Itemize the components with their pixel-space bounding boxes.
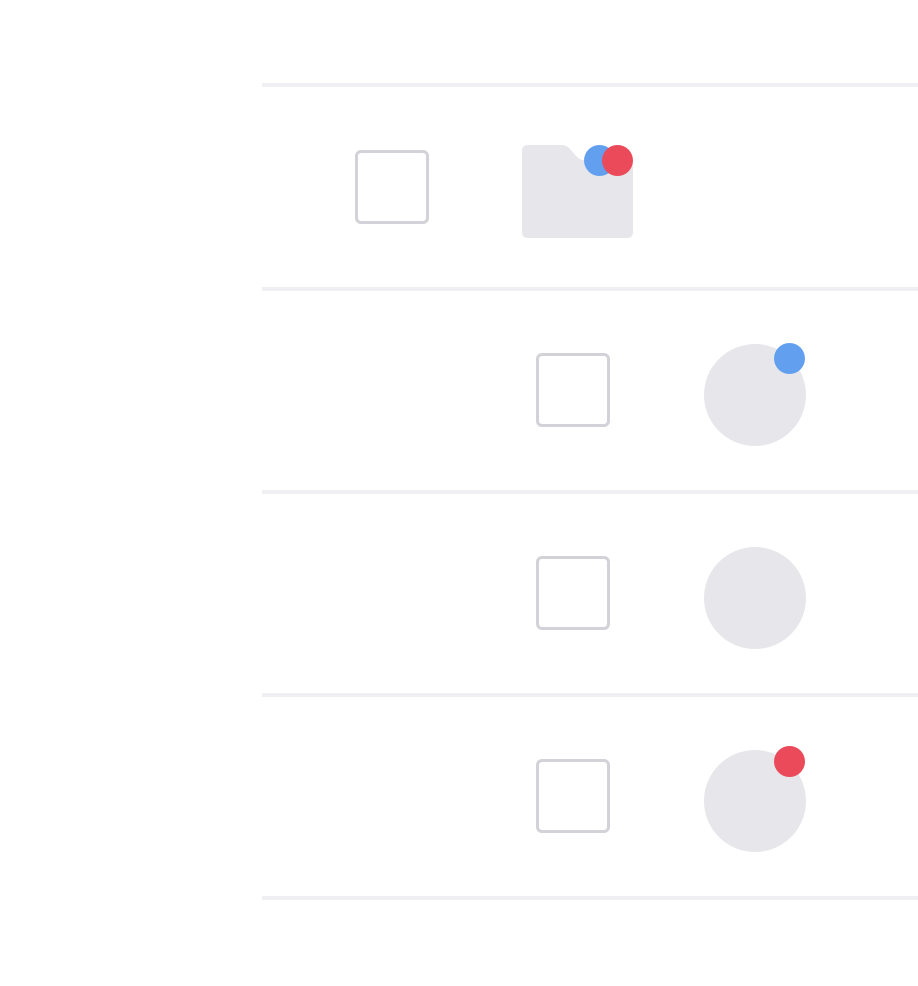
row-checkbox[interactable] xyxy=(355,150,429,224)
row-checkbox[interactable] xyxy=(536,759,610,833)
blue-status-dot xyxy=(774,343,805,374)
list-row-folder[interactable] xyxy=(262,87,918,287)
row-checkbox[interactable] xyxy=(536,556,610,630)
list-row[interactable] xyxy=(262,291,918,491)
row-divider xyxy=(262,896,918,900)
red-status-dot xyxy=(602,145,633,176)
item-list xyxy=(262,83,918,901)
red-status-dot xyxy=(774,746,805,777)
avatar-placeholder-icon xyxy=(704,547,806,649)
row-checkbox[interactable] xyxy=(536,353,610,427)
list-row[interactable] xyxy=(262,494,918,694)
list-row[interactable] xyxy=(262,697,918,897)
